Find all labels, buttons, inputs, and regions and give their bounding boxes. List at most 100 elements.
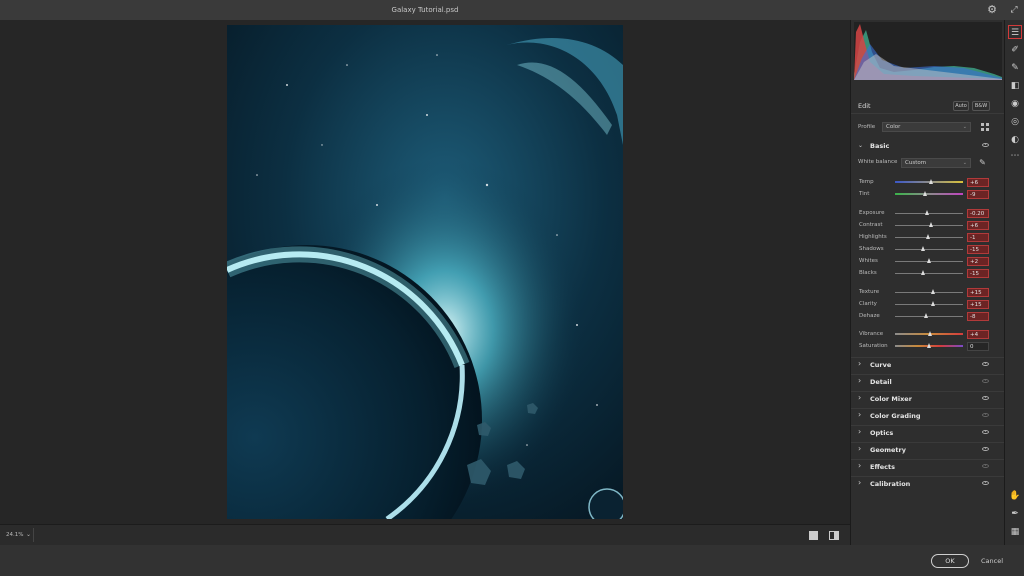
healing-brush-icon[interactable]: ✐ — [1008, 43, 1022, 57]
slider-row-highlights: Highlights -1 — [851, 232, 1005, 243]
slider-value-input[interactable]: +15 — [967, 288, 989, 297]
grid-icon[interactable]: ▦ — [1008, 525, 1022, 539]
red-eye-icon[interactable]: ◎ — [1008, 115, 1022, 129]
slider-value-input[interactable]: -15 — [967, 245, 989, 254]
eye-icon[interactable] — [982, 143, 989, 147]
sliders-icon[interactable]: ☰ — [1008, 25, 1022, 39]
linear-gradient-icon[interactable]: ◧ — [1008, 79, 1022, 93]
slider-row-vibrance: Vibrance +4 — [851, 329, 1005, 340]
eye-icon[interactable] — [982, 413, 989, 417]
slider-label: Texture — [859, 289, 880, 295]
section-optics[interactable]: › Optics — [851, 425, 1005, 441]
expand-icon[interactable]: ⤢ — [1007, 3, 1021, 17]
profile-label: Profile — [858, 124, 876, 130]
chevron-down-icon: ⌄ — [858, 142, 864, 149]
section-title: Color Mixer — [870, 395, 912, 403]
section-effects[interactable]: › Effects — [851, 459, 1005, 475]
slider-track[interactable] — [895, 193, 963, 195]
more-icon[interactable]: ⋯ — [1008, 149, 1022, 163]
slider-value-input[interactable]: +15 — [967, 300, 989, 309]
section-calibration[interactable]: › Calibration — [851, 476, 1005, 492]
eye-icon[interactable] — [982, 379, 989, 383]
slider-thumb[interactable] — [931, 301, 936, 306]
slider-thumb[interactable] — [925, 210, 930, 215]
eye-icon[interactable] — [982, 362, 989, 366]
gear-icon[interactable]: ⚙ — [986, 4, 998, 16]
section-title: Color Grading — [870, 412, 921, 420]
slider-value-input[interactable]: +6 — [967, 221, 989, 230]
slider-value-input[interactable]: +4 — [967, 330, 989, 339]
slider-track[interactable] — [895, 292, 963, 293]
radial-gradient-icon[interactable]: ◉ — [1008, 97, 1022, 111]
profile-dropdown[interactable]: Color ⌄ — [882, 122, 971, 132]
profile-row: Profile Color ⌄ — [851, 121, 1005, 135]
slider-thumb[interactable] — [925, 234, 930, 239]
white-balance-value: Custom — [905, 160, 927, 166]
brush-icon[interactable]: ✎ — [1008, 61, 1022, 75]
canvas-area — [0, 20, 850, 524]
slider-label: Saturation — [859, 343, 888, 349]
slider-track[interactable] — [895, 249, 963, 250]
hand-icon[interactable]: ✋ — [1008, 489, 1022, 503]
slider-thumb[interactable] — [927, 331, 932, 336]
bw-button[interactable]: B&W — [972, 101, 990, 111]
slider-thumb[interactable] — [927, 258, 932, 263]
eye-icon[interactable] — [982, 481, 989, 485]
slider-thumb[interactable] — [921, 246, 926, 251]
slider-value-input[interactable]: -9 — [967, 190, 989, 199]
single-view-icon[interactable] — [809, 531, 818, 540]
photo-preview — [227, 25, 623, 519]
section-color-mixer[interactable]: › Color Mixer — [851, 391, 1005, 407]
slider-track[interactable] — [895, 273, 963, 274]
slider-thumb[interactable] — [921, 270, 926, 275]
slider-row-shadows: Shadows -15 — [851, 244, 1005, 255]
auto-button[interactable]: Auto — [953, 101, 969, 111]
section-title: Effects — [870, 463, 895, 471]
slider-thumb[interactable] — [923, 313, 928, 318]
slider-thumb[interactable] — [928, 222, 933, 227]
profile-browser-icon[interactable] — [981, 123, 989, 131]
slider-value-input[interactable]: 0 — [967, 342, 989, 351]
eye-icon[interactable] — [982, 447, 989, 451]
slider-thumb[interactable] — [931, 289, 936, 294]
slider-value-input[interactable]: -15 — [967, 269, 989, 278]
presets-icon[interactable]: ◐ — [1008, 133, 1022, 147]
before-after-view-icon[interactable] — [829, 531, 839, 540]
slider-value-input[interactable]: -8 — [967, 312, 989, 321]
section-geometry[interactable]: › Geometry — [851, 442, 1005, 458]
slider-thumb[interactable] — [923, 191, 928, 196]
eye-icon[interactable] — [982, 430, 989, 434]
section-title: Calibration — [870, 480, 911, 488]
dialog-footer: OK Cancel — [0, 545, 1024, 576]
cancel-button[interactable]: Cancel — [978, 554, 1006, 568]
eye-icon[interactable] — [982, 396, 989, 400]
slider-label: Exposure — [859, 210, 885, 216]
section-detail[interactable]: › Detail — [851, 374, 1005, 390]
slider-label: Temp — [859, 179, 874, 185]
section-title: Detail — [870, 378, 892, 386]
zoom-select[interactable]: 24.1% ⌄ — [2, 528, 34, 542]
ok-button[interactable]: OK — [931, 554, 969, 568]
slider-row-exposure: Exposure -0.20 — [851, 208, 1005, 219]
galaxy-image — [227, 25, 623, 519]
profile-value: Color — [886, 124, 901, 130]
slider-thumb[interactable] — [926, 343, 931, 348]
eyedropper-icon[interactable]: ✎ — [978, 158, 987, 167]
slider-value-input[interactable]: +2 — [967, 257, 989, 266]
slider-value-input[interactable]: +6 — [967, 178, 989, 187]
basic-section-header[interactable]: ⌄ Basic — [851, 139, 1005, 153]
section-color-grading[interactable]: › Color Grading — [851, 408, 1005, 424]
slider-track[interactable] — [895, 304, 963, 305]
eye-icon[interactable] — [982, 464, 989, 468]
color-sampler-icon[interactable]: ✒ — [1008, 507, 1022, 521]
slider-thumb[interactable] — [929, 179, 934, 184]
slider-value-input[interactable]: -1 — [967, 233, 989, 242]
section-title: Optics — [870, 429, 894, 437]
white-balance-dropdown[interactable]: Custom ⌄ — [901, 158, 971, 168]
chevron-right-icon: › — [858, 461, 862, 470]
white-balance-label: White balance — [858, 159, 898, 165]
section-curve[interactable]: › Curve — [851, 357, 1005, 373]
slider-track[interactable] — [895, 316, 963, 317]
slider-value-input[interactable]: -0.20 — [967, 209, 989, 218]
slider-label: Shadows — [859, 246, 884, 252]
